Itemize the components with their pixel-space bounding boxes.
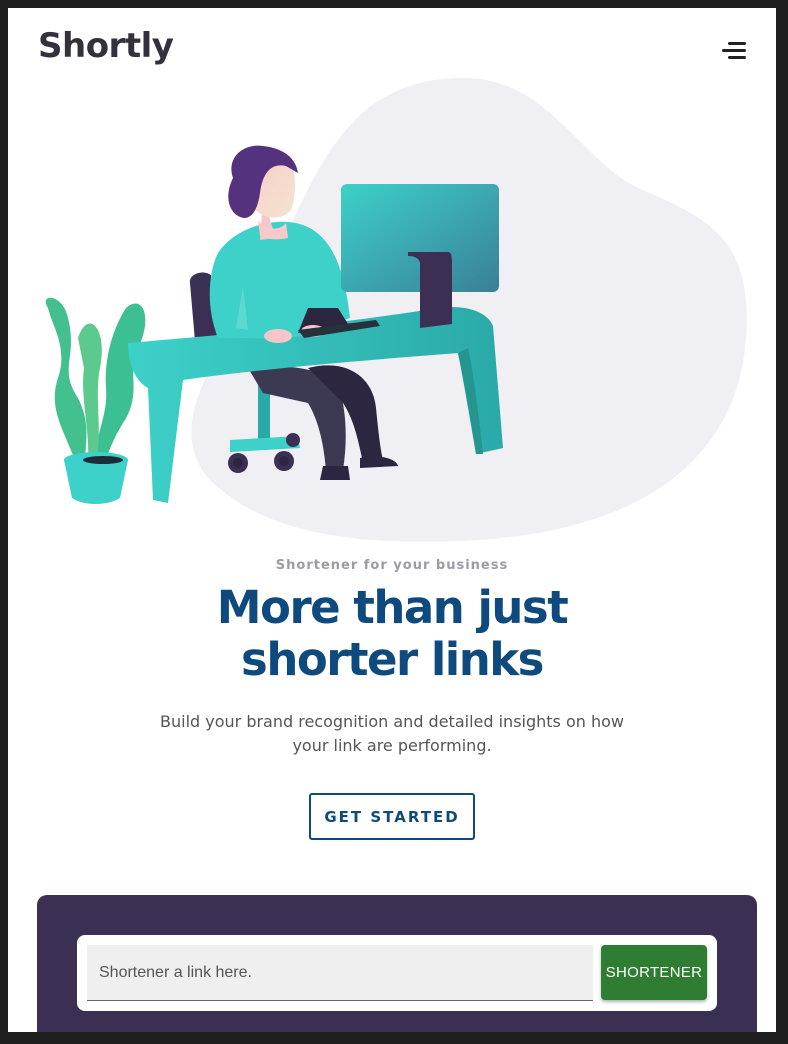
page: Shortly Shortener for your business More… (8, 8, 776, 1032)
get-started-button[interactable]: GET STARTED (309, 793, 475, 840)
hamburger-menu-icon[interactable] (716, 38, 746, 64)
hero-headline: More than just shorter links (8, 582, 776, 686)
hero-subtext: Build your brand recognition and detaile… (160, 712, 624, 755)
headline-line-1: More than just (216, 581, 569, 634)
link-input[interactable] (87, 945, 593, 1001)
link-shortener-panel: SHORTENER (37, 895, 757, 1032)
shorten-button[interactable]: SHORTENER (601, 945, 707, 1000)
headline-line-2: shorter links (241, 633, 544, 686)
plant (45, 297, 146, 504)
hero-tagline: Shortener for your business (275, 558, 509, 573)
shortener-form: SHORTENER (77, 935, 717, 1011)
hero-illustration (45, 78, 747, 542)
brand-logo[interactable]: Shortly (38, 26, 174, 66)
